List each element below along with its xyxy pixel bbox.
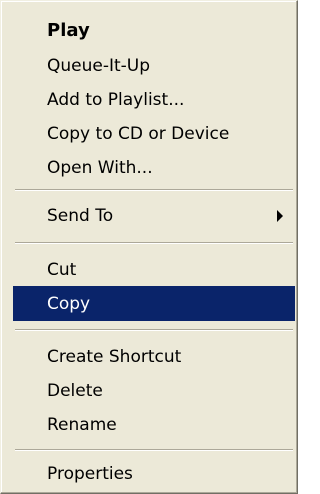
- menu-item-label: Copy: [47, 293, 91, 314]
- menu-item-copy[interactable]: Copy: [13, 286, 295, 321]
- menu-item-add-to-playlist[interactable]: Add to Playlist...: [13, 82, 295, 117]
- menu-item-cut[interactable]: Cut: [13, 252, 295, 287]
- menu-item-open-with[interactable]: Open With...: [13, 150, 295, 185]
- menu-item-label: Rename: [47, 414, 117, 435]
- submenu-arrow-icon: [277, 209, 283, 222]
- menu-item-label: Properties: [47, 463, 133, 484]
- menu-item-label: Create Shortcut: [47, 346, 182, 367]
- menu-separator: [15, 329, 293, 331]
- menu-separator: [15, 449, 293, 451]
- menu-item-create-shortcut[interactable]: Create Shortcut: [13, 339, 295, 374]
- menu-item-label: Add to Playlist...: [47, 89, 185, 110]
- menu-item-queue-it-up[interactable]: Queue-It-Up: [13, 48, 295, 83]
- menu-item-play[interactable]: Play: [13, 13, 295, 48]
- menu-item-label: Queue-It-Up: [47, 55, 151, 76]
- menu-item-send-to[interactable]: Send To: [13, 198, 295, 233]
- menu-item-label: Play: [47, 20, 90, 41]
- menu-item-properties[interactable]: Properties: [13, 456, 295, 491]
- menu-item-label: Copy to CD or Device: [47, 123, 230, 144]
- menu-item-label: Open With...: [47, 157, 153, 178]
- menu-item-label: Cut: [47, 259, 77, 280]
- menu-separator: [15, 242, 293, 244]
- menu-item-rename[interactable]: Rename: [13, 407, 295, 442]
- menu-item-label: Delete: [47, 380, 103, 401]
- menu-separator: [15, 189, 293, 191]
- menu-item-copy-to-cd-or-device[interactable]: Copy to CD or Device: [13, 116, 295, 151]
- menu-item-label: Send To: [47, 205, 114, 226]
- context-menu: Play Queue-It-Up Add to Playlist... Copy…: [0, 0, 298, 494]
- menu-item-delete[interactable]: Delete: [13, 373, 295, 408]
